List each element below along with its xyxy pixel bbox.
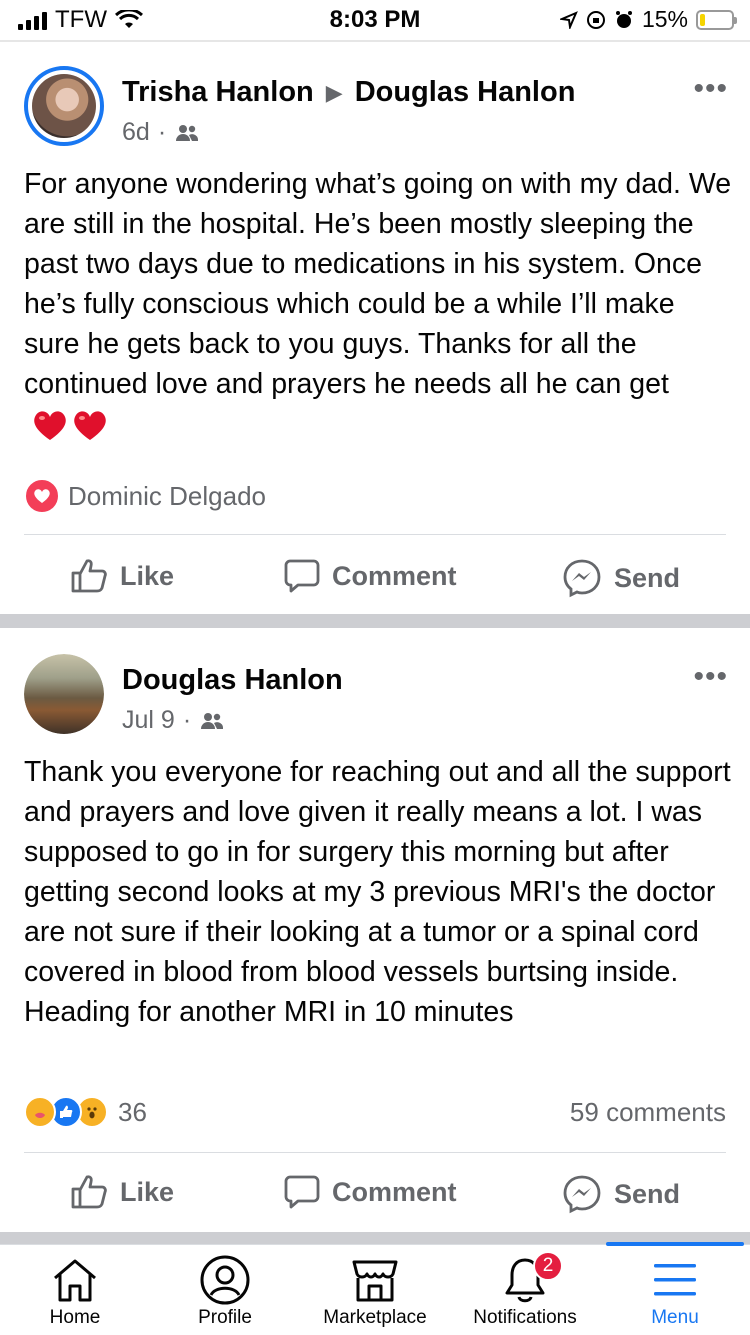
post-text: For anyone wondering what’s going on wit… [24,164,734,445]
send-label: Send [614,1178,681,1209]
tab-marketplace[interactable]: Marketplace [300,1253,450,1329]
reaction-names: Dominic Delgado [68,480,266,511]
friends-icon [176,124,199,141]
more-options-icon[interactable]: ••• [693,74,728,104]
post-meta: Jul 9 · [122,706,225,735]
post-time[interactable]: Jul 9 [122,706,175,735]
tab-marketplace-label: Marketplace [323,1307,427,1328]
like-icon [71,559,107,593]
notification-badge: 2 [533,1251,563,1281]
tab-notifications[interactable]: 2 Notifications [450,1251,600,1329]
like-button[interactable]: Like [70,1174,174,1210]
comment-icon [284,1175,320,1209]
messenger-icon [563,559,601,598]
tab-menu-label: Menu [651,1307,699,1328]
comment-count[interactable]: 59 comments [570,1097,726,1128]
tab-home[interactable]: Home [0,1253,150,1329]
comment-button[interactable]: Comment [284,558,457,594]
post-text-content: Thank you everyone for reaching out and … [24,756,731,1028]
location-icon [559,10,578,29]
rotation-lock-icon [586,10,605,29]
send-button[interactable]: Send [562,1174,680,1214]
tab-profile-label: Profile [198,1307,252,1328]
alarm-icon [615,10,632,28]
marketplace-icon [352,1260,398,1302]
care-reaction-icon [24,1096,56,1128]
menu-icon [654,1264,696,1296]
avatar[interactable] [24,654,104,734]
bottom-tab-bar: Home Profile Marketplace 2 Notifications… [0,1242,750,1335]
status-right: 15% [559,6,737,33]
post-time[interactable]: 6d [122,118,150,147]
love-reaction-icon [24,478,60,514]
friends-icon [201,712,224,729]
post-header-names: Douglas Hanlon [122,664,343,697]
post-meta: 6d · [122,118,200,147]
target-name[interactable]: Douglas Hanlon [355,76,576,109]
like-label: Like [120,560,175,591]
battery-percent: 15% [641,6,688,32]
tab-profile[interactable]: Profile [150,1253,300,1329]
post-card: Trisha Hanlon ▶ Douglas Hanlon 6d · ••• … [0,42,750,614]
comment-label: Comment [332,1176,457,1207]
like-button[interactable]: Like [70,558,174,594]
avatar[interactable] [24,66,104,146]
battery-icon [696,9,737,30]
messenger-icon [563,1175,601,1214]
comment-icon [284,559,320,593]
active-tab-indicator [606,1242,744,1246]
reactions-row[interactable]: 36 59 comments [24,1096,726,1128]
divider [24,1152,726,1153]
author-name[interactable]: Douglas Hanlon [122,664,343,697]
more-options-icon[interactable]: ••• [693,662,728,692]
like-label: Like [120,1176,175,1207]
post-header-names: Trisha Hanlon ▶ Douglas Hanlon [122,76,575,109]
heart-emoji-icon [30,405,110,445]
post-text: Thank you everyone for reaching out and … [24,752,734,1032]
tab-home-label: Home [49,1307,101,1328]
comment-button[interactable]: Comment [284,1174,457,1210]
post-card: Douglas Hanlon Jul 9 · ••• Thank you eve… [0,628,750,1230]
send-label: Send [614,562,681,593]
reaction-count: 36 [118,1096,147,1127]
profile-icon [200,1255,250,1305]
tab-notifications-label: Notifications [473,1307,577,1328]
author-name[interactable]: Trisha Hanlon [122,76,314,109]
reactions-row[interactable]: Dominic Delgado [24,478,726,514]
send-button[interactable]: Send [562,558,680,598]
comment-label: Comment [332,560,457,591]
like-icon [71,1175,107,1209]
status-bar: TFW 8:03 PM 15% [0,0,750,40]
tab-menu[interactable]: Menu [600,1253,750,1329]
arrow-right-icon: ▶ [325,79,343,105]
home-icon [54,1259,96,1302]
divider [24,534,726,535]
post-text-content: For anyone wondering what’s going on wit… [24,168,732,400]
post-separator [0,614,750,628]
